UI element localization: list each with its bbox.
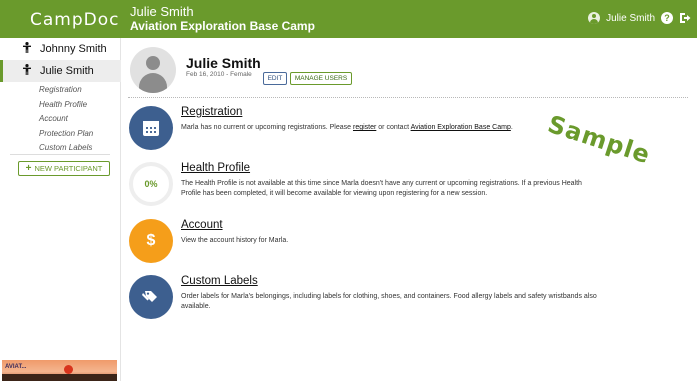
help-icon[interactable]: ?: [661, 12, 673, 24]
camp-logo-text: AVIAT...: [5, 364, 27, 370]
participant-subnav: Registration Health Profile Account Prot…: [39, 83, 93, 156]
logout-icon[interactable]: [679, 12, 691, 24]
avatar-body: [139, 73, 167, 93]
child-figure-icon: [20, 64, 34, 78]
camp-logo-image: AVIAT...: [2, 360, 117, 381]
participant-name: Julie Smith: [40, 65, 94, 77]
avatar-head: [146, 56, 160, 70]
sun-graphic: [64, 365, 73, 374]
tag-icon[interactable]: [129, 275, 173, 319]
sidebar-participant-julie[interactable]: Julie Smith: [0, 60, 121, 82]
participant-avatar[interactable]: [130, 47, 176, 93]
custom-labels-title[interactable]: Custom Labels: [181, 275, 258, 287]
profile-name: Julie Smith: [186, 55, 261, 71]
dollar-icon[interactable]: $: [129, 219, 173, 263]
campdoc-logo[interactable]: CampDoc: [30, 10, 119, 30]
participant-name: Johnny Smith: [40, 43, 107, 55]
profile-divider: [128, 97, 688, 98]
edit-button[interactable]: EDIT: [263, 72, 287, 85]
new-participant-button[interactable]: + NEW PARTICIPANT: [18, 161, 110, 176]
health-progress-ring[interactable]: 0%: [129, 162, 173, 206]
account-desc: View the account history for Marla.: [181, 237, 289, 244]
registration-title[interactable]: Registration: [181, 106, 242, 118]
camp-contact-link[interactable]: Aviation Exploration Base Camp: [411, 124, 511, 131]
profile-meta: Feb 16, 2010 - Female: [186, 71, 252, 78]
sample-watermark: Sample: [544, 110, 654, 170]
ridge-graphic: [2, 374, 117, 381]
custom-labels-desc: Order labels for Marla's belongings, inc…: [181, 293, 597, 310]
main-content: Julie Smith Feb 16, 2010 - Female EDIT M…: [121, 38, 697, 381]
sidebar-participant-johnny[interactable]: Johnny Smith: [0, 38, 121, 60]
manage-users-button[interactable]: MANAGE USERS: [290, 72, 352, 85]
sidebar-divider: [10, 154, 110, 155]
user-menu: Julie Smith ?: [588, 12, 691, 24]
registration-desc: Marla has no current or upcoming registr…: [181, 124, 513, 131]
top-bar: CampDoc Julie Smith Aviation Exploration…: [0, 0, 697, 38]
register-link[interactable]: register: [353, 124, 376, 131]
plus-icon: +: [25, 162, 32, 174]
subnav-registration[interactable]: Registration: [39, 83, 93, 98]
user-avatar-icon[interactable]: [588, 12, 601, 24]
header-camp-name: Aviation Exploration Base Camp: [130, 19, 315, 33]
user-name[interactable]: Julie Smith: [606, 13, 655, 24]
child-figure-icon: [20, 42, 34, 56]
health-profile-desc: The Health Profile is not available at t…: [181, 180, 582, 197]
subnav-protection-plan[interactable]: Protection Plan: [39, 127, 93, 142]
account-title[interactable]: Account: [181, 219, 223, 231]
sidebar: Johnny Smith Julie Smith Registration He…: [0, 38, 121, 381]
header-participant-name: Julie Smith: [130, 4, 194, 19]
health-profile-title[interactable]: Health Profile: [181, 162, 250, 174]
subnav-health-profile[interactable]: Health Profile: [39, 98, 93, 113]
new-participant-label: NEW PARTICIPANT: [34, 164, 103, 173]
header-participant-info: Julie Smith Aviation Exploration Base Ca…: [130, 4, 315, 34]
calendar-icon[interactable]: [129, 106, 173, 150]
subnav-account[interactable]: Account: [39, 112, 93, 127]
